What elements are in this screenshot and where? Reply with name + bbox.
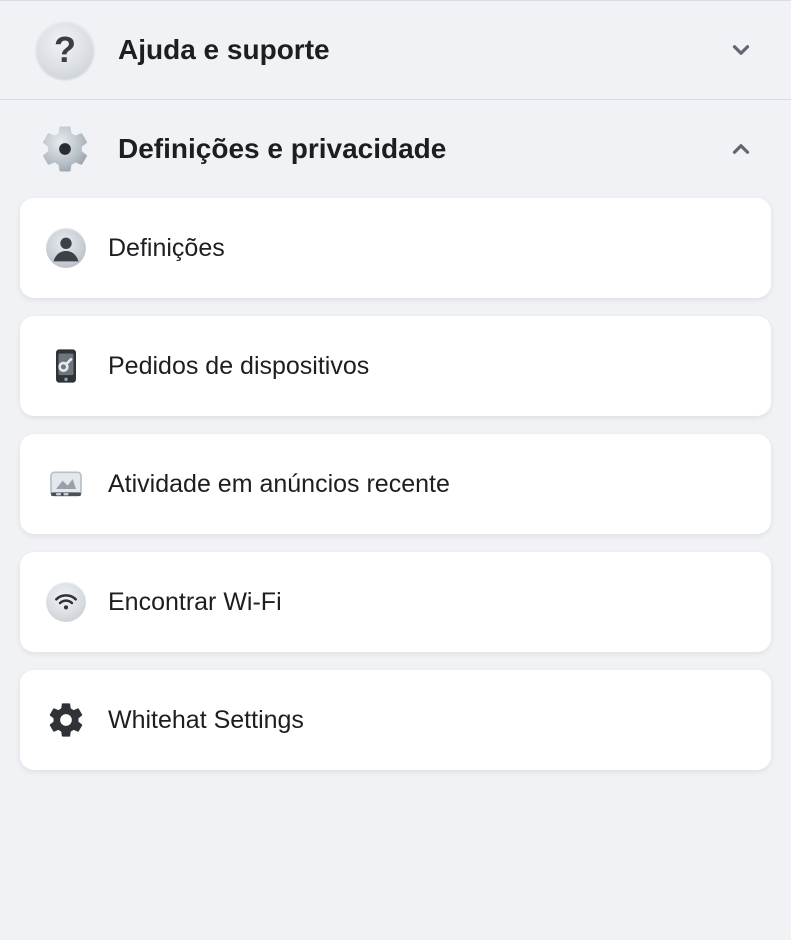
menu-item-ad-activity[interactable]: Atividade em anúncios recente	[20, 434, 771, 534]
menu-item-settings-label: Definições	[108, 234, 225, 263]
menu-item-device-requests[interactable]: Pedidos de dispositivos	[20, 316, 771, 416]
gear-icon	[36, 120, 94, 178]
help-icon: ?	[36, 21, 94, 79]
settings-submenu: Definições Pedidos de dispositivos Ativi	[0, 198, 791, 808]
menu-item-whitehat-label: Whitehat Settings	[108, 706, 304, 735]
person-icon	[44, 226, 88, 270]
chevron-down-icon	[727, 36, 755, 64]
wifi-icon	[44, 580, 88, 624]
section-settings-label: Definições e privacidade	[118, 133, 727, 165]
section-help-support[interactable]: ? Ajuda e suporte	[0, 1, 791, 99]
menu-item-device-requests-label: Pedidos de dispositivos	[108, 352, 369, 381]
gear-solid-icon	[44, 698, 88, 742]
menu-item-ad-activity-label: Atividade em anúncios recente	[108, 470, 450, 499]
menu-item-settings[interactable]: Definições	[20, 198, 771, 298]
chevron-up-icon	[727, 135, 755, 163]
menu-item-whitehat[interactable]: Whitehat Settings	[20, 670, 771, 770]
section-help-label: Ajuda e suporte	[118, 34, 727, 66]
image-icon	[44, 462, 88, 506]
section-settings-privacy[interactable]: Definições e privacidade	[0, 100, 791, 198]
menu-item-find-wifi-label: Encontrar Wi-Fi	[108, 588, 282, 617]
device-icon	[44, 344, 88, 388]
menu-item-find-wifi[interactable]: Encontrar Wi-Fi	[20, 552, 771, 652]
